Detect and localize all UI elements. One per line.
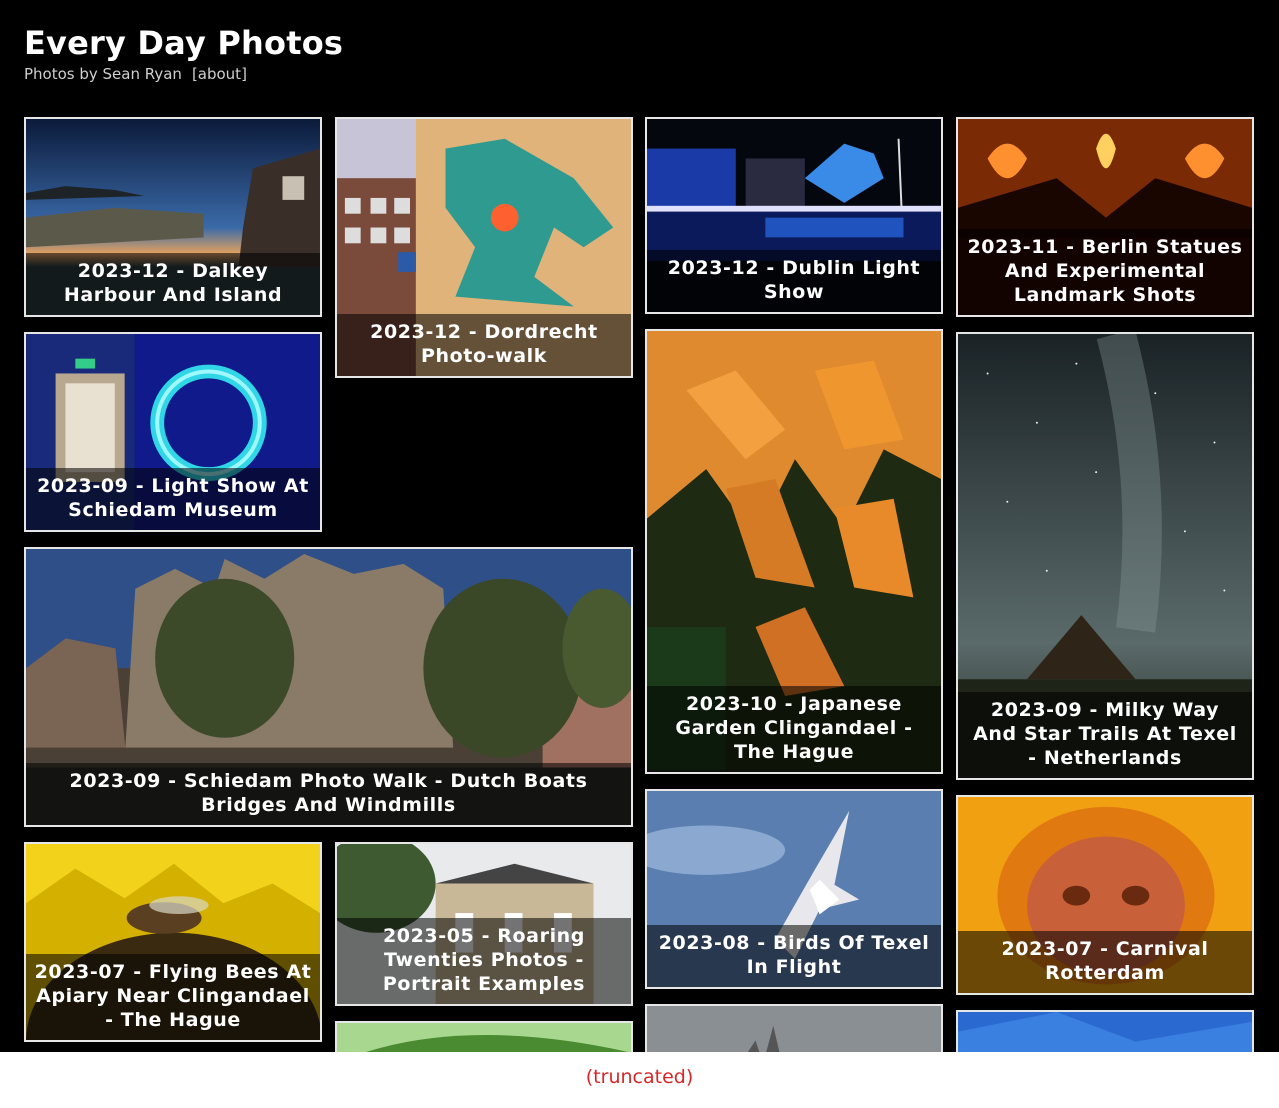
byline: Photos by Sean Ryan [24, 65, 182, 83]
album-title: 2023-08 - Birds Of Texel In Flight [647, 925, 941, 987]
album-title: 2023-07 - Carnival Rotterdam [958, 931, 1252, 993]
album-title: 2023-07 - Flying Bees At Apiary Near Cli… [26, 954, 320, 1040]
site-title[interactable]: Every Day Photos [24, 24, 343, 62]
album-tile-bees[interactable]: 2023-07 - Flying Bees At Apiary Near Cli… [24, 842, 322, 1042]
album-title: 2023-09 - Schiedam Photo Walk - Dutch Bo… [26, 763, 631, 825]
page: Every Day Photos Photos by Sean Ryan [abo… [0, 0, 1279, 1052]
album-tile-dordrecht[interactable]: 2023-12 - Dordrecht Photo-walk [335, 117, 633, 378]
album-tile-partial-blue[interactable] [956, 1010, 1254, 1052]
album-title: 2023-05 - Roaring Twenties Photos - Port… [337, 918, 631, 1004]
album-tile-roaring[interactable]: 2023-05 - Roaring Twenties Photos - Port… [335, 842, 633, 1006]
album-title: 2023-12 - Dalkey Harbour And Island [26, 253, 320, 315]
album-title: 2023-12 - Dordrecht Photo-walk [337, 314, 631, 376]
album-tile-birds[interactable]: 2023-08 - Birds Of Texel In Flight [645, 789, 943, 989]
album-title: 2023-10 - Japanese Garden Clingandael - … [647, 686, 941, 772]
album-tile-dublin[interactable]: 2023-12 - Dublin Light Show [645, 117, 943, 314]
album-tile-milkyway[interactable]: 2023-09 - Milky Way And Star Trails At T… [956, 332, 1254, 780]
album-tile-partial-green[interactable] [335, 1021, 633, 1052]
album-title: 2023-09 - Milky Way And Star Trails At T… [958, 692, 1252, 778]
album-thumbnail [647, 1006, 941, 1052]
about-link[interactable]: [about] [192, 65, 247, 83]
album-thumbnail [337, 1023, 631, 1052]
site-subtitle: Photos by Sean Ryan [about] [24, 64, 343, 84]
album-tile-japanese[interactable]: 2023-10 - Japanese Garden Clingandael - … [645, 329, 943, 774]
album-title: 2023-11 - Berlin Statues And Experimenta… [958, 229, 1252, 315]
site-header: Every Day Photos Photos by Sean Ryan [abo… [24, 24, 343, 84]
album-tile-berlin[interactable]: 2023-11 - Berlin Statues And Experimenta… [956, 117, 1254, 317]
album-title: 2023-09 - Light Show At Schiedam Museum [26, 468, 320, 530]
album-tile-carnival[interactable]: 2023-07 - Carnival Rotterdam [956, 795, 1254, 995]
album-tile-dalkey[interactable]: 2023-12 - Dalkey Harbour And Island [24, 117, 322, 317]
album-thumbnail [958, 1012, 1252, 1052]
album-title: 2023-12 - Dublin Light Show [647, 250, 941, 312]
album-tile-schiedam-light[interactable]: 2023-09 - Light Show At Schiedam Museum [24, 332, 322, 532]
album-tile-schiedam-walk[interactable]: 2023-09 - Schiedam Photo Walk - Dutch Bo… [24, 547, 633, 827]
album-tile-partial-grey[interactable] [645, 1004, 943, 1052]
truncated-note: (truncated) [585, 1066, 694, 1088]
